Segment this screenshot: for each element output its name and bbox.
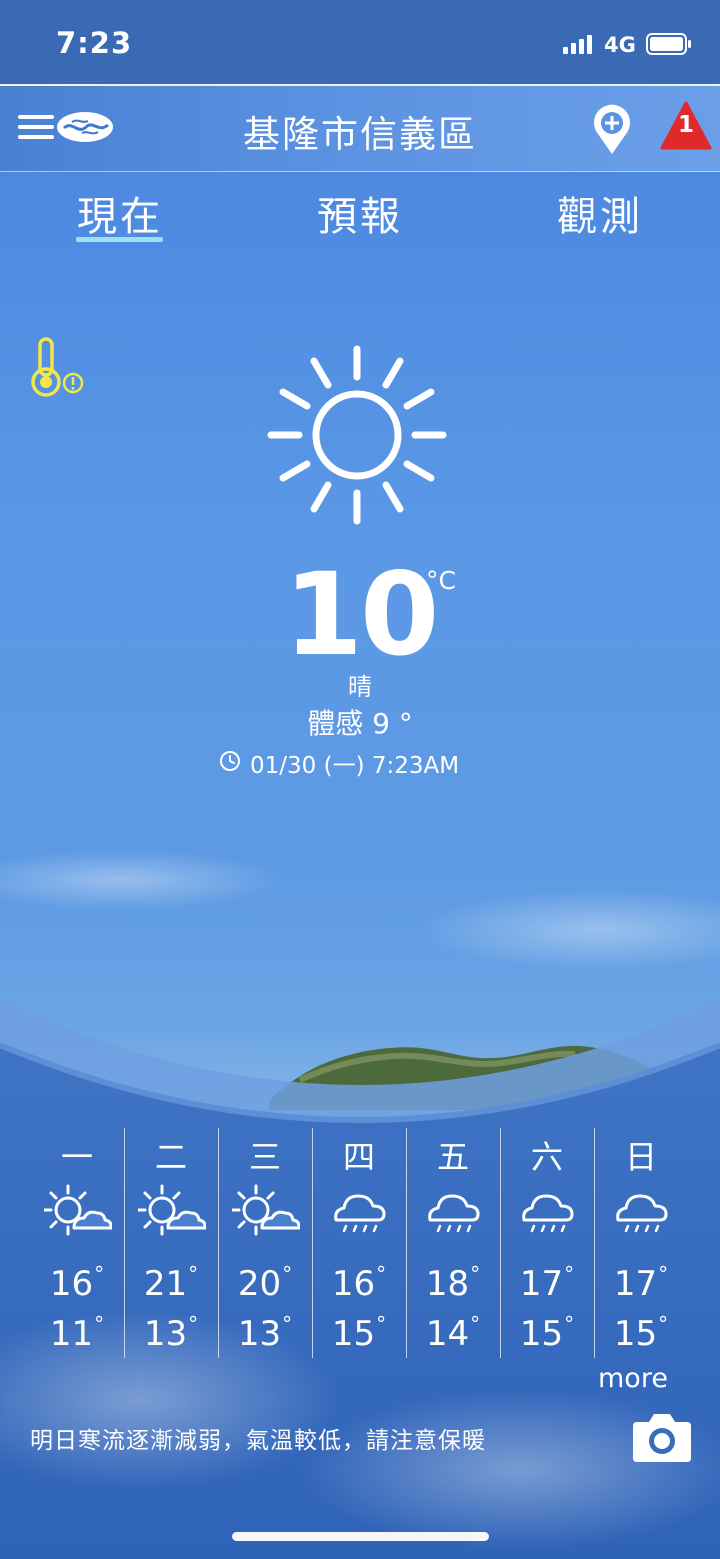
forecast-divider [594,1128,595,1358]
more-link[interactable]: more [598,1363,668,1394]
temperature-unit: °C [426,566,456,595]
temperature-warning-icon[interactable] [28,336,88,402]
degree-symbol: ° [564,1312,575,1336]
degree-symbol: ° [470,1312,481,1336]
degree-symbol: ° [94,1262,105,1286]
forecast-low-temp: 13° [124,1312,218,1354]
degree-symbol: ° [658,1312,669,1336]
forecast-low-value: 13 [143,1314,188,1354]
forecast-day[interactable]: 三 20° 13° [218,1128,312,1358]
forecast-day[interactable]: 四 16° 15° [312,1128,406,1358]
forecast-low-temp: 11° [30,1312,124,1354]
forecast-divider [406,1128,407,1358]
rain-cloud-icon [608,1182,676,1248]
forecast-divider [218,1128,219,1358]
forecast-high-value: 17 [519,1264,564,1304]
forecast-divider [500,1128,501,1358]
forecast-high-value: 21 [143,1264,188,1304]
forecast-high-temp: 17° [594,1262,688,1304]
forecast-day[interactable]: 五 18° 14° [406,1128,500,1358]
clock-icon [220,751,240,771]
sunny-icon [267,345,447,525]
forecast-high-temp: 16° [312,1262,406,1304]
degree-symbol: ° [282,1262,293,1286]
forecast-day-label: 三 [248,1138,281,1176]
forecast-high-value: 18 [425,1264,470,1304]
degree-symbol: ° [658,1262,669,1286]
forecast-low-value: 15 [331,1314,376,1354]
forecast-low-temp: 15° [500,1312,594,1354]
partly-sunny-icon [230,1182,301,1248]
feels-like-temperature: 體感 9 ° [307,707,413,740]
degree-symbol: ° [188,1312,199,1336]
forecast-day-label: 四 [342,1138,375,1176]
forecast-low-value: 13 [237,1314,282,1354]
forecast-high-value: 16 [331,1264,376,1304]
forecast-high-temp: 16° [30,1262,124,1304]
weather-condition: 晴 [348,673,372,701]
forecast-low-value: 15 [519,1314,564,1354]
forecast-high-value: 20 [237,1264,282,1304]
forecast-day-label: 日 [624,1138,657,1176]
camera-icon[interactable] [631,1412,693,1464]
forecast-day[interactable]: 一 16° 11° [30,1128,124,1358]
forecast-day[interactable]: 日 17° 15° [594,1128,688,1358]
forecast-low-temp: 15° [312,1312,406,1354]
forecast-low-temp: 15° [594,1312,688,1354]
rain-cloud-icon [420,1182,488,1248]
forecast-day[interactable]: 二 21° 13° [124,1128,218,1358]
rain-cloud-icon [514,1182,582,1248]
forecast-low-value: 15 [613,1314,658,1354]
forecast-day-label: 二 [154,1138,187,1176]
degree-symbol: ° [282,1312,293,1336]
partly-sunny-icon [42,1182,113,1248]
forecast-high-temp: 21° [124,1262,218,1304]
forecast-day-label: 一 [60,1138,93,1176]
forecast-day-label: 五 [436,1138,469,1176]
forecast-low-temp: 13° [218,1312,312,1354]
degree-symbol: ° [564,1262,575,1286]
weather-advisory[interactable]: 明日寒流逐漸減弱，氣溫較低，請注意保暖 [30,1421,486,1455]
partly-sunny-icon [136,1182,207,1248]
forecast-divider [124,1128,125,1358]
forecast-low-value: 14 [425,1314,470,1354]
degree-symbol: ° [376,1262,387,1286]
degree-symbol: ° [470,1262,481,1286]
forecast-low-temp: 14° [406,1312,500,1354]
forecast-high-value: 16 [49,1264,94,1304]
rain-cloud-icon [326,1182,394,1248]
forecast-divider [312,1128,313,1358]
degree-symbol: ° [188,1262,199,1286]
forecast-day[interactable]: 六 17° 15° [500,1128,594,1358]
forecast-high-value: 17 [613,1264,658,1304]
home-indicator [232,1532,489,1541]
degree-symbol: ° [376,1312,387,1336]
forecast-high-temp: 17° [500,1262,594,1304]
update-time: 01/30 (一) 7:23AM [250,753,460,779]
forecast-day-label: 六 [530,1138,563,1176]
forecast-high-temp: 20° [218,1262,312,1304]
degree-symbol: ° [94,1312,105,1336]
forecast-low-value: 11 [49,1314,94,1354]
forecast-high-temp: 18° [406,1262,500,1304]
